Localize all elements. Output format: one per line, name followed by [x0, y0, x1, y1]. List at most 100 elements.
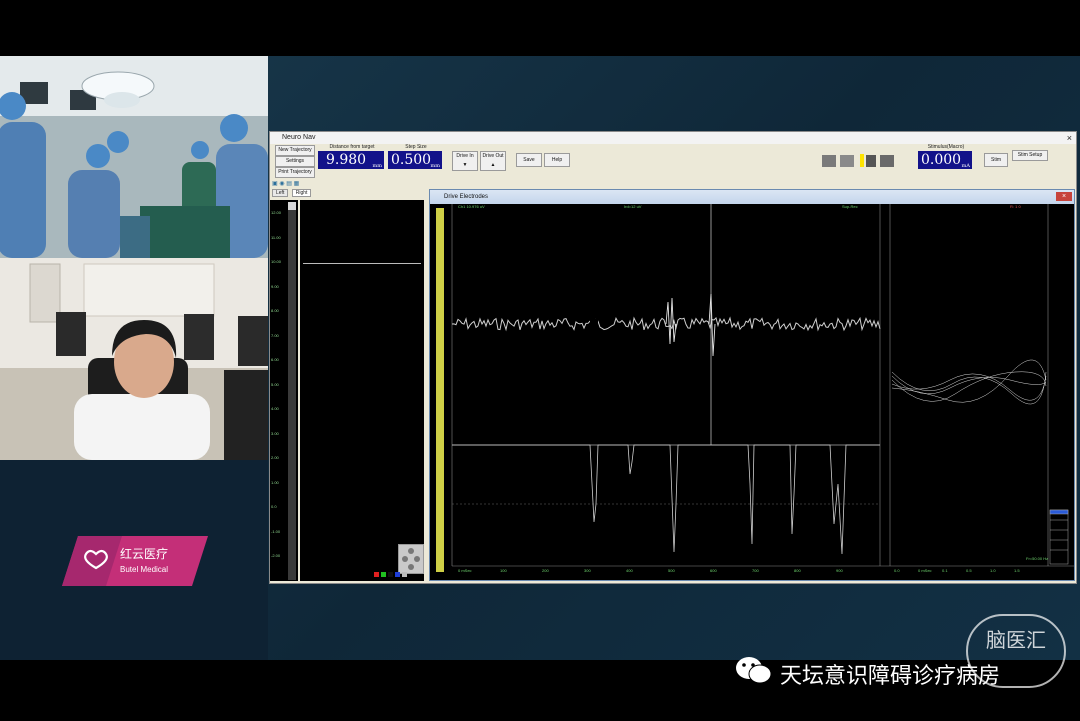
swatch-black[interactable] — [388, 572, 393, 577]
x-tick-label: 200 — [542, 568, 549, 573]
depth-scale: 12.00 11.00 10.00 9.00 8.00 7.00 6.00 5.00 4.00 3… — [270, 200, 298, 581]
depth-tick-label: 4.00 — [271, 406, 279, 411]
depth-tick-label: 6.00 — [271, 357, 279, 362]
drive-electrodes-window: Drive Electrodes × Ch1 10.976 uV Ird=12 … — [429, 189, 1075, 581]
tab-left[interactable]: Left — [272, 189, 289, 197]
tool-icons — [820, 152, 904, 168]
stimulus-display[interactable]: 0.000 mA — [918, 151, 972, 169]
right-x-tick-label: 0.5 — [966, 568, 972, 573]
video-tile-doctor — [0, 258, 268, 460]
depth-tick-label: 10.00 — [271, 259, 282, 264]
watermark-logo-text: 脑医汇 — [986, 628, 1046, 652]
drive-window-title: Drive Electrodes — [444, 194, 489, 200]
stimulus-unit: mA — [961, 163, 970, 169]
brand-name-en: Butel Medical — [120, 565, 168, 574]
video-tile-operating-room — [0, 56, 268, 258]
depth-tick-label: 11.00 — [271, 234, 281, 240]
x-tick-label: 600 — [710, 568, 717, 573]
top-letterbox — [0, 0, 1080, 56]
tool-icon-3[interactable] — [860, 154, 864, 167]
trajectory-plot[interactable] — [300, 200, 424, 581]
tool-icon-4[interactable] — [866, 155, 876, 167]
mid-label: Ird=12 uV — [624, 204, 642, 209]
depth-tick-label: 7.00 — [271, 332, 279, 338]
distance-label: Distance from target — [329, 144, 375, 150]
right-x-tick-label: 1.5 — [1014, 568, 1020, 573]
x-tick-label: 300 — [584, 568, 591, 573]
spike-waveforms — [891, 359, 1047, 405]
x-tick-label: 700 — [752, 568, 759, 573]
tool-icon-2[interactable] — [840, 155, 854, 167]
depth-slider-thumb[interactable] — [288, 202, 296, 210]
small-toolbar-icons[interactable]: ▣ ◉ ▤ ▦ — [272, 180, 299, 187]
swatch-blue[interactable] — [395, 572, 400, 577]
arrow-down-icon: ▼ — [462, 162, 468, 168]
target-depth-line — [303, 263, 421, 264]
tool-icon-1[interactable] — [822, 155, 836, 167]
depth-tick-label: -2.00 — [271, 553, 281, 558]
stimulus-label: Stimulus(Macro) — [927, 144, 965, 150]
color-swatches[interactable] — [374, 572, 409, 590]
drive-in-label: Drive In — [456, 153, 474, 159]
toolbar: New Trajectory Settings Print Trajectory… — [270, 144, 1076, 184]
x-tick-label: 400 — [626, 568, 633, 573]
right-x-tick-label: 0.0 — [894, 568, 900, 573]
right-x-tick-label: 0.1 — [942, 568, 948, 573]
stim-setup-button[interactable]: Stim Setup — [1012, 150, 1048, 161]
right-x-tick-label: 0 mSec — [918, 568, 932, 573]
settings-button[interactable]: Settings — [275, 156, 315, 167]
depth-tick-label: -1.00 — [271, 528, 281, 534]
print-trajectory-button[interactable]: Print Trajectory — [275, 167, 315, 178]
depth-slider-track[interactable] — [288, 202, 296, 580]
x-tick-label: 900 — [836, 568, 843, 573]
x-tick-label: 500 — [668, 568, 675, 573]
new-trajectory-button[interactable]: New Trajectory — [275, 145, 315, 156]
frequency-label: Fr=50.00 Hz — [1026, 556, 1049, 561]
save-button[interactable]: Save — [516, 153, 542, 167]
step-unit: mm — [430, 163, 440, 169]
doctor-scene — [0, 258, 268, 460]
stimulus-value: 0.000 — [921, 152, 962, 168]
trace-label: Ch1 10.976 uV — [458, 204, 485, 209]
right-label: Sup-Rec — [842, 204, 858, 209]
drive-out-label: Drive Out — [482, 153, 504, 159]
red-label: R: 1 0 — [1010, 204, 1021, 209]
drive-plot-area[interactable]: Ch1 10.976 uV Ird=12 uV Sup-Rec R: 1 0 F… — [430, 204, 1074, 580]
depth-tick-label: 1.00 — [271, 479, 279, 485]
depth-tick-label: 12.00 — [271, 210, 282, 215]
side-tabs: Left Right — [272, 189, 313, 197]
swatch-gray[interactable] — [402, 572, 407, 577]
arrow-up-icon: ▲ — [490, 162, 496, 168]
window-close-icon[interactable]: × — [1067, 132, 1072, 144]
x-tick-label: 0 mSec — [458, 568, 472, 573]
stim-button[interactable]: Stim — [984, 153, 1008, 167]
x-tick-label: 800 — [794, 568, 801, 573]
swatch-green[interactable] — [381, 572, 386, 577]
step-display[interactable]: 0.500 mm — [388, 151, 442, 169]
tab-right[interactable]: Right — [291, 189, 312, 197]
brand-name-cn: 红云医疗 — [120, 546, 168, 561]
drive-title-bar: Drive Electrodes × — [430, 190, 1074, 204]
drive-in-button[interactable]: Drive In ▼ — [452, 151, 478, 171]
window-title: Neuro Nav — [282, 134, 316, 141]
navigation-pad[interactable] — [398, 544, 424, 574]
drive-out-button[interactable]: Drive Out ▲ — [480, 151, 506, 171]
depth-tick-label: 9.00 — [271, 283, 279, 289]
depth-tick-label: 3.00 — [271, 430, 279, 436]
wechat-icon — [734, 654, 774, 688]
operating-room-scene — [0, 56, 268, 258]
swatch-red[interactable] — [374, 572, 379, 577]
x-tick-label: 100 — [500, 568, 507, 573]
distance-display: 9.980 mm — [318, 151, 384, 169]
tool-icon-5[interactable] — [880, 155, 894, 167]
distance-unit: mm — [372, 163, 382, 169]
drive-close-icon[interactable]: × — [1056, 192, 1072, 201]
window-title-bar: Neuro Nav × — [270, 132, 1076, 144]
watermark-text: 天坛意识障碍诊疗病房 — [780, 664, 1001, 689]
depth-tick-label: 8.00 — [271, 308, 279, 313]
depth-tick-label: 5.00 — [271, 381, 279, 387]
right-x-tick-label: 1.0 — [990, 568, 996, 573]
help-button[interactable]: Help — [544, 153, 570, 167]
step-value: 0.500 — [391, 152, 432, 168]
step-label: Step Size — [405, 144, 427, 150]
